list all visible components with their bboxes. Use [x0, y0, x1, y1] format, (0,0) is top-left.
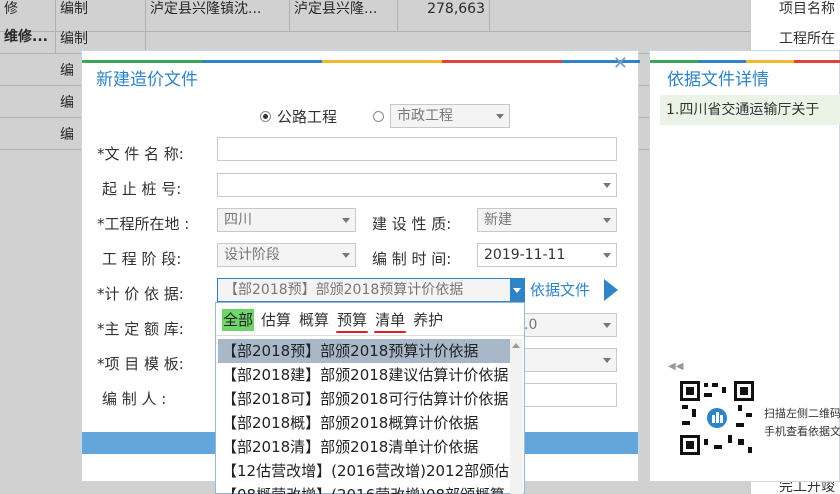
pricing-basis-select[interactable]: 【部2018预】部颁2018预算计价依据	[217, 278, 525, 302]
detail-title: 依据文件详情	[667, 70, 769, 90]
tab-maintenance[interactable]: 养护	[412, 309, 444, 331]
filter-tabs: 全部 估算 概算 预算 清单 养护	[222, 309, 450, 333]
project-type-radio-group: 公路工程 市政工程	[260, 104, 511, 128]
divider	[216, 335, 524, 336]
tab-all[interactable]: 全部	[222, 309, 255, 331]
tab-bill-list[interactable]: 清单	[374, 309, 407, 333]
play-arrow-icon[interactable]	[604, 279, 618, 301]
location-label: *工程所在地 :	[97, 215, 190, 233]
rainbow-stripe	[82, 60, 640, 63]
municipal-select[interactable]: 市政工程	[390, 104, 511, 128]
main-quota-value: .0	[524, 317, 538, 333]
location-value: 四川	[224, 212, 252, 228]
basis-detail-panel: 依据文件详情 1.四川省交通运输厅关于 ◀◀ 扫描左侧二维码 手机查看依据文	[649, 50, 840, 482]
file-name-input[interactable]	[217, 137, 617, 161]
radio-municipal[interactable]	[373, 110, 385, 122]
close-icon[interactable]: ✕	[613, 53, 628, 74]
radio-highway[interactable]	[260, 110, 271, 122]
compiler-input[interactable]	[517, 383, 617, 407]
list-item[interactable]: 【部2018可】部颁2018可行估算计价依据	[218, 387, 510, 411]
dialog-title: 新建造价文件	[96, 70, 198, 90]
stake-no-label: 起 止 桩 号:	[102, 180, 182, 198]
chevron-down-icon	[342, 218, 350, 223]
pricing-basis-label: *计 价 依 据:	[97, 285, 184, 303]
pricing-basis-value: 【部2018预】部颁2018预算计价依据	[224, 282, 464, 298]
scroll-up-icon[interactable]	[512, 343, 520, 348]
chevron-down-icon	[513, 288, 521, 293]
chevron-down-icon	[603, 323, 611, 328]
compile-time-value: 2019-11-11	[484, 247, 566, 263]
dropdown-toggle[interactable]	[510, 279, 524, 301]
construction-nature-select[interactable]: 新建	[477, 208, 617, 232]
compile-time-label: 编 制 时 间:	[372, 250, 452, 268]
collapse-icon[interactable]: ◀◀	[668, 361, 683, 372]
list-item[interactable]: 【12估营改增】(2016营改增)2012部颁估	[218, 459, 510, 483]
tab-rough-estimate[interactable]: 概算	[298, 309, 330, 331]
municipal-select-value: 市政工程	[397, 108, 454, 124]
main-quota-select[interactable]: .0	[517, 313, 617, 337]
chevron-down-icon	[603, 183, 611, 188]
dialog-top-stripe	[82, 51, 640, 63]
project-template-select[interactable]	[517, 348, 617, 372]
stage-label: 工 程 阶 段:	[102, 250, 182, 268]
right-label: 项目名称	[779, 1, 835, 17]
right-label: 工程所在	[779, 31, 835, 47]
location-select[interactable]: 四川	[217, 208, 356, 232]
project-template-label: *项 目 模 板:	[97, 355, 184, 373]
compiler-label: 编 制 人 :	[102, 390, 167, 408]
main-quota-label: *主 定 额 库:	[97, 320, 184, 338]
list-item[interactable]: 【08概营改增】(2016营改增)08部颁概算	[218, 483, 510, 494]
qr-hint-line-1: 扫描左侧二维码	[764, 407, 840, 420]
stage-select[interactable]: 设计阶段	[217, 243, 356, 267]
list-item[interactable]: 【部2018建】部颁2018建议估算计价依据	[218, 363, 510, 387]
stake-no-select[interactable]	[217, 173, 617, 197]
detail-top-stripe	[650, 51, 840, 63]
list-item[interactable]: 【部2018概】部颁2018概算计价依据	[218, 411, 510, 435]
compile-time-select[interactable]: 2019-11-11	[477, 243, 617, 267]
list-item[interactable]: 【部2018清】部颁2018清单计价依据	[218, 435, 510, 459]
stage-value: 设计阶段	[224, 247, 280, 263]
construction-nature-value: 新建	[484, 212, 512, 228]
rainbow-stripe	[650, 60, 840, 63]
qr-hint-line-2: 手机查看依据文	[764, 425, 840, 438]
tab-estimate[interactable]: 估算	[260, 309, 292, 331]
chevron-down-icon	[603, 218, 611, 223]
basis-list: 【部2018预】部颁2018预算计价依据 【部2018建】部颁2018建议估算计…	[218, 339, 510, 494]
basis-file-link[interactable]: 依据文件	[530, 279, 590, 300]
file-name-label: *文 件 名 称:	[97, 145, 184, 163]
list-item[interactable]: 【部2018预】部颁2018预算计价依据	[218, 339, 510, 363]
construction-nature-label: 建 设 性 质:	[372, 215, 452, 233]
chevron-down-icon	[603, 253, 611, 258]
detail-text[interactable]: 1.四川省交通运输厅关于	[660, 95, 840, 125]
pricing-basis-dropdown: 全部 估算 概算 预算 清单 养护 【部2018预】部颁2018预算计价依据 【…	[215, 302, 525, 494]
chevron-down-icon	[342, 253, 350, 258]
chevron-down-icon	[603, 358, 611, 363]
radio-highway-label: 公路工程	[277, 107, 338, 126]
tab-budget[interactable]: 预算	[336, 309, 369, 333]
scrollbar[interactable]	[510, 339, 523, 494]
qr-code-icon	[678, 379, 756, 457]
chevron-down-icon	[496, 114, 505, 119]
